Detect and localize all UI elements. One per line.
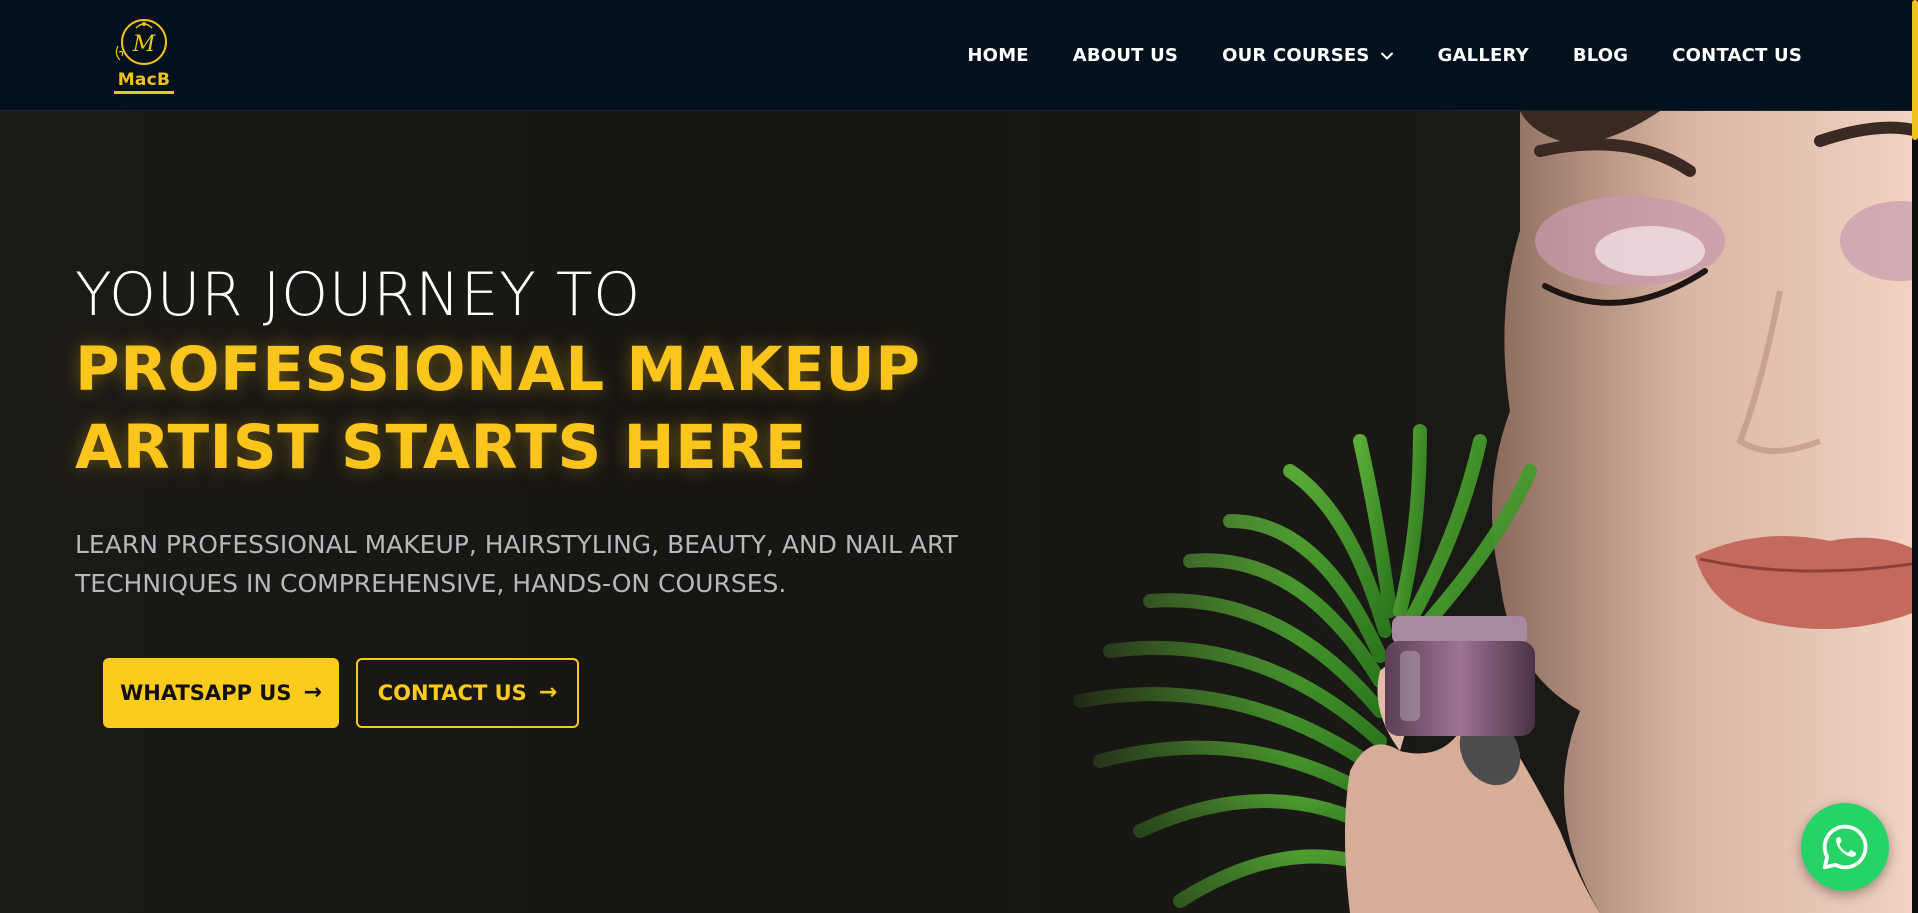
- nav-gallery-label: GALLERY: [1437, 45, 1529, 66]
- hero-heading: YOUR JOURNEY TO PROFESSIONAL MAKEUP ARTI…: [75, 259, 921, 487]
- main-nav: HOME ABOUT US OUR COURSES GALLERY BLOG C…: [967, 0, 1802, 111]
- svg-text:M: M: [132, 32, 156, 57]
- nav-blog[interactable]: BLOG: [1573, 45, 1628, 66]
- logo-text: MacB: [117, 70, 171, 90]
- nav-about-us-label: ABOUT US: [1072, 45, 1179, 66]
- hero-overlay: [1040, 111, 1300, 913]
- nav-gallery[interactable]: GALLERY: [1438, 45, 1529, 66]
- whatsapp-us-button[interactable]: WHATSAPP US →: [103, 658, 339, 728]
- nav-contact-us-label: CONTACT US: [1672, 45, 1802, 66]
- contact-us-button[interactable]: CONTACT US →: [356, 658, 579, 728]
- whatsapp-icon: [1822, 824, 1868, 870]
- nav-home-label: HOME: [967, 45, 1029, 66]
- nav-our-courses-label: OUR COURSES: [1222, 45, 1370, 66]
- hero-subtitle: LEARN PROFESSIONAL MAKEUP, HAIRSTYLING, …: [75, 530, 958, 598]
- chevron-down-icon: [1380, 52, 1393, 59]
- contact-us-label: CONTACT US: [377, 681, 527, 705]
- logo-emblem-icon: M: [115, 19, 167, 65]
- nav-about-us[interactable]: ABOUT US: [1073, 45, 1178, 66]
- site-logo[interactable]: M MacB: [110, 18, 178, 96]
- nav-blog-label: BLOG: [1572, 45, 1629, 66]
- hero-section: YOUR JOURNEY TO PROFESSIONAL MAKEUP ARTI…: [0, 111, 1918, 913]
- hero-heading-line2: PROFESSIONAL MAKEUP: [75, 334, 921, 405]
- scrollbar-thumb[interactable]: [1912, 0, 1918, 140]
- arrow-right-icon: →: [303, 680, 322, 705]
- logo-tagline-bar: [114, 91, 174, 94]
- hero-heading-line1: YOUR JOURNEY TO: [75, 260, 641, 330]
- whatsapp-float-button[interactable]: [1801, 803, 1889, 891]
- nav-home[interactable]: HOME: [967, 45, 1028, 66]
- nav-contact-us[interactable]: CONTACT US: [1672, 45, 1802, 66]
- whatsapp-us-label: WHATSAPP US: [120, 681, 292, 705]
- page-scrollbar[interactable]: [1912, 0, 1918, 913]
- arrow-right-icon: →: [538, 680, 558, 705]
- hero-heading-line3: ARTIST STARTS HERE: [75, 412, 807, 483]
- site-header: M MacB HOME ABOUT US OUR COURSES GALLERY…: [0, 0, 1918, 111]
- nav-our-courses[interactable]: OUR COURSES: [1222, 45, 1393, 66]
